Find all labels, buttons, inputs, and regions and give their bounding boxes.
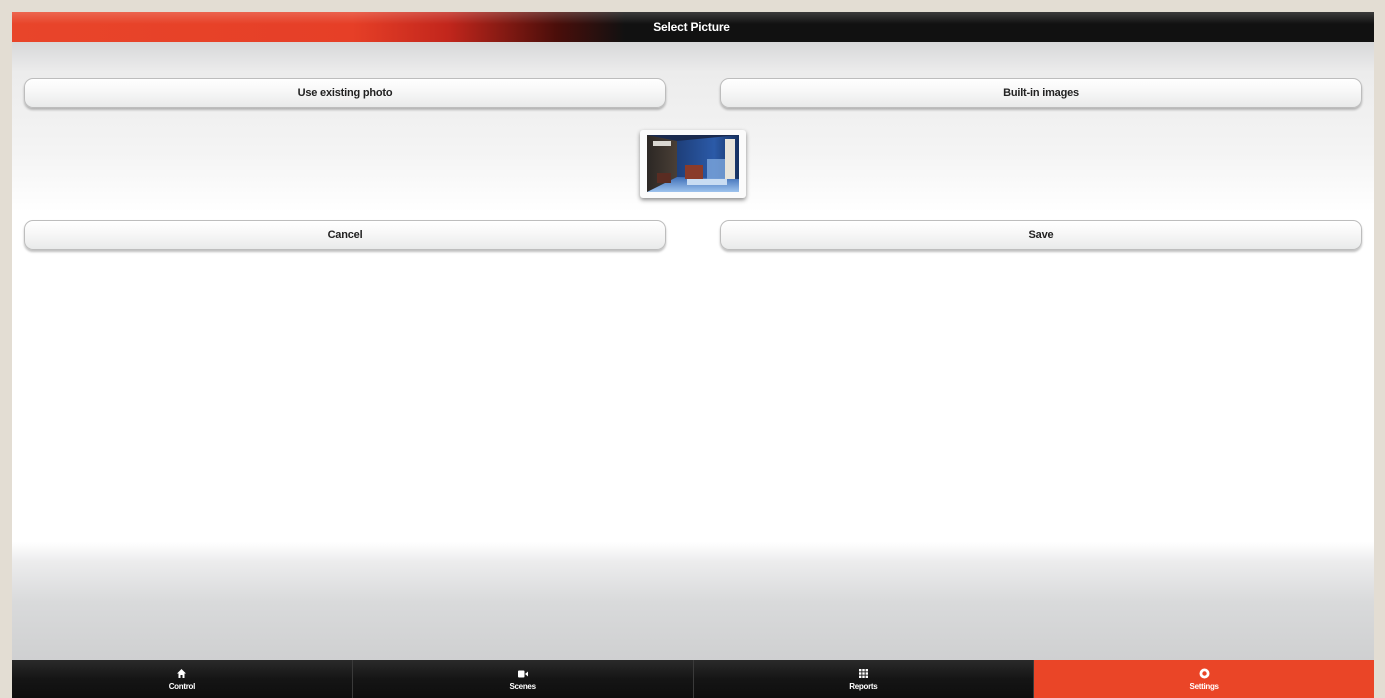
content-area: Use existing photo Built-in images Cance… (12, 42, 1374, 660)
use-existing-photo-button[interactable]: Use existing photo (24, 78, 666, 108)
tab-reports[interactable]: Reports (693, 660, 1035, 698)
tab-label: Settings (1189, 681, 1219, 691)
app-frame: Select Picture Use existing photo Built-… (12, 12, 1374, 698)
tab-settings[interactable]: Settings (1034, 660, 1374, 698)
save-button[interactable]: Save (720, 220, 1362, 250)
selected-picture-thumbnail[interactable] (640, 130, 746, 198)
bottom-tab-bar: Control Scenes Reports Settings (12, 660, 1374, 698)
tab-scenes[interactable]: Scenes (352, 660, 694, 698)
built-in-images-button[interactable]: Built-in images (720, 78, 1362, 108)
grid-icon (858, 668, 868, 680)
tab-control[interactable]: Control (12, 660, 353, 698)
tab-label: Reports (849, 681, 878, 691)
tab-label: Control (168, 681, 196, 691)
room-photo-thumbnail (647, 135, 739, 192)
cancel-button[interactable]: Cancel (24, 220, 666, 250)
page-title: Select Picture (653, 20, 730, 34)
gear-icon (1199, 668, 1210, 680)
title-bar: Select Picture (12, 12, 1374, 42)
home-icon (177, 668, 187, 680)
tab-label: Scenes (509, 681, 537, 691)
camera-icon (517, 668, 528, 680)
